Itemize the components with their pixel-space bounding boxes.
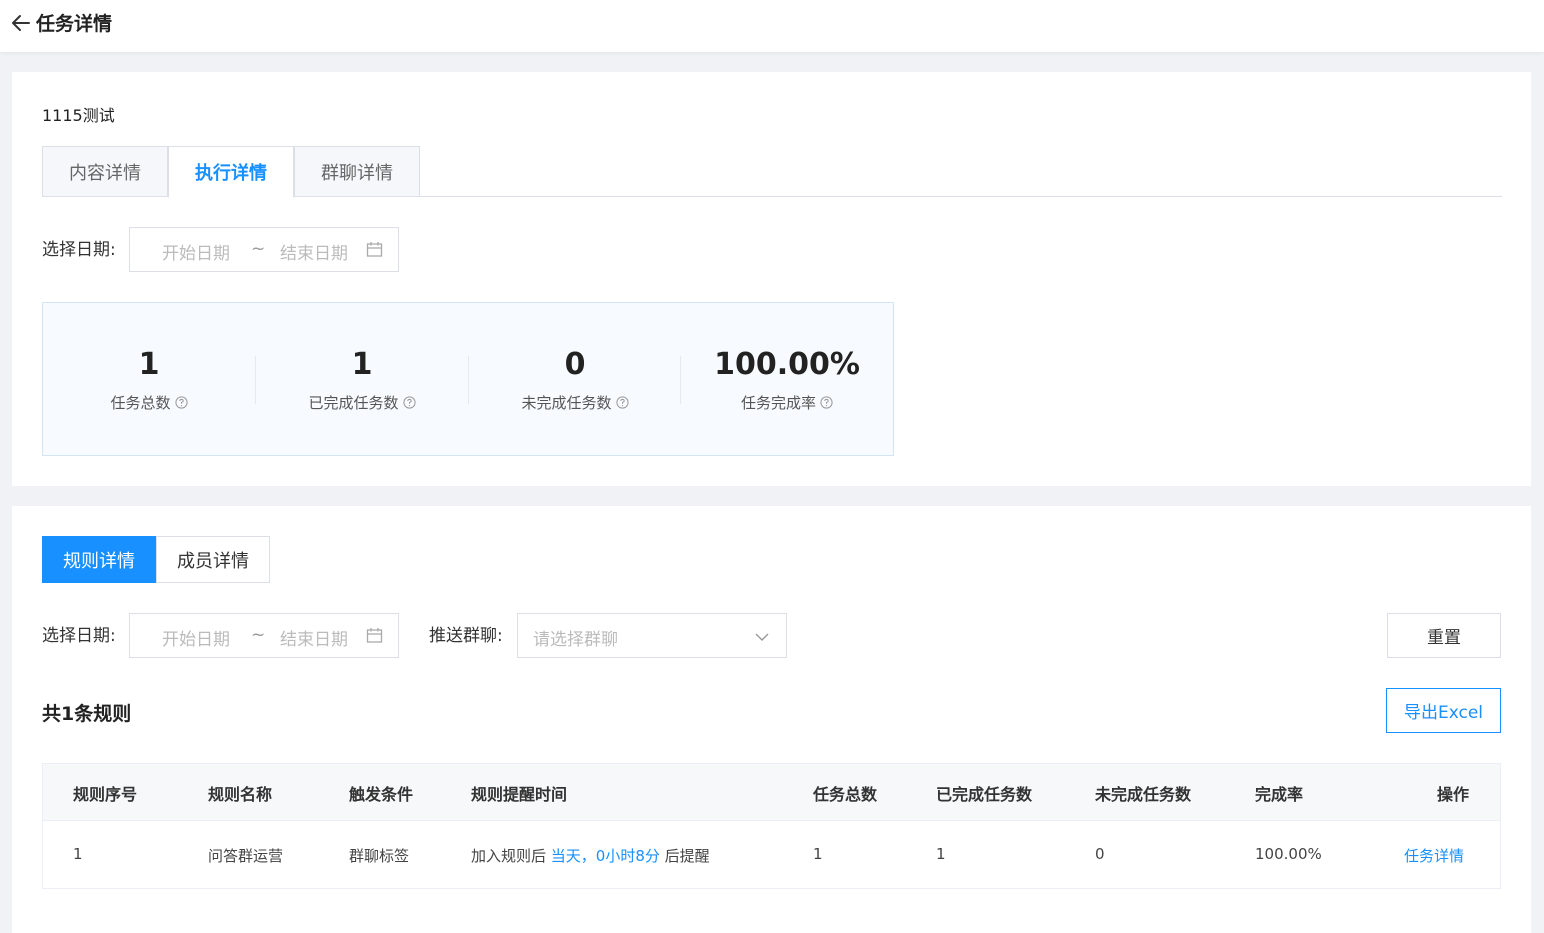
tab-execution-details[interactable]: 执行详情 — [168, 146, 294, 198]
remind-time-suffix: 后提醒 — [664, 847, 710, 865]
remind-time-prefix: 加入规则后 — [471, 847, 547, 865]
cell-trigger: 群聊标签 — [349, 847, 410, 865]
col-completed-tasks: 已完成任务数 — [936, 785, 1033, 804]
end-date-placeholder: 结束日期 — [280, 244, 348, 264]
cell-index: 1 — [73, 845, 83, 863]
group-chat-select[interactable]: 请选择群聊 — [517, 613, 787, 658]
date-separator: ~ — [251, 239, 266, 259]
cell-undone: 0 — [1095, 845, 1105, 863]
calendar-icon — [366, 242, 383, 257]
calendar-icon — [366, 628, 383, 643]
col-uncompleted-tasks: 未完成任务数 — [1095, 785, 1192, 804]
back-arrow-icon[interactable] — [10, 12, 32, 34]
stat-value: 0 — [564, 347, 586, 382]
rules-date-range-picker[interactable]: 开始日期 ~ 结束日期 — [129, 613, 399, 658]
detail-tabs: 内容详情 执行详情 群聊详情 — [42, 146, 1502, 198]
tab-rule-details[interactable]: 规则详情 — [42, 536, 156, 583]
task-name: 1115测试 — [42, 106, 115, 125]
task-detail-link[interactable]: 任务详情 — [1404, 845, 1464, 866]
page-title: 任务详情 — [36, 13, 113, 35]
date-filter-label: 选择日期: — [42, 240, 116, 260]
question-circle-icon[interactable] — [402, 396, 416, 409]
remind-time-highlight: 当天，0小时8分 — [550, 847, 660, 865]
col-rule-index: 规则序号 — [73, 785, 138, 804]
cell-rate: 100.00% — [1255, 845, 1322, 863]
table-header: 规则序号 规则名称 触发条件 规则提醒时间 任务总数 已完成任务数 未完成任务数… — [43, 764, 1500, 821]
col-rule-name: 规则名称 — [208, 785, 273, 804]
question-circle-icon[interactable] — [615, 396, 629, 409]
rule-count: 共1条规则 — [42, 703, 132, 725]
stat-label: 已完成任务数 — [308, 394, 399, 412]
col-trigger: 触发条件 — [349, 785, 414, 804]
date-filter-label: 选择日期: — [42, 626, 116, 646]
reset-button[interactable]: 重置 — [1387, 613, 1501, 658]
rules-card: 规则详情 成员详情 选择日期: 开始日期 ~ 结束日期 推送群聊: 请选择群聊 … — [12, 506, 1531, 933]
col-actions: 操作 — [1437, 785, 1470, 804]
stat-total-tasks: 1 任务总数 — [43, 303, 255, 457]
tab-group-chat-details[interactable]: 群聊详情 — [294, 146, 420, 197]
cell-total: 1 — [813, 845, 823, 863]
cell-remind-time: 加入规则后 当天，0小时8分 后提醒 — [471, 845, 710, 866]
question-circle-icon[interactable] — [820, 396, 833, 409]
date-separator: ~ — [251, 625, 266, 645]
start-date-placeholder: 开始日期 — [162, 244, 230, 264]
tab-content-details[interactable]: 内容详情 — [42, 146, 168, 197]
stat-label: 未完成任务数 — [521, 394, 612, 412]
stat-value: 1 — [351, 347, 373, 382]
export-excel-button[interactable]: 导出Excel — [1386, 688, 1501, 733]
table-row: 1 问答群运营 群聊标签 加入规则后 当天，0小时8分 后提醒 1 1 0 10… — [43, 821, 1500, 889]
stats-panel: 1 任务总数 1 已完成任务数 0 未完成任务数 100.00% 任务完成率 — [42, 302, 894, 456]
chevron-down-icon — [755, 633, 769, 641]
col-remind-time: 规则提醒时间 — [471, 785, 568, 804]
execution-summary-card: 1115测试 内容详情 执行详情 群聊详情 选择日期: 开始日期 ~ 结束日期 … — [12, 72, 1531, 486]
stat-label: 任务总数 — [110, 394, 171, 412]
stat-label: 任务完成率 — [740, 394, 816, 412]
stat-completed-tasks: 1 已完成任务数 — [256, 303, 468, 457]
col-total-tasks: 任务总数 — [813, 785, 878, 804]
tab-member-details[interactable]: 成员详情 — [156, 536, 270, 583]
cell-name: 问答群运营 — [208, 847, 284, 865]
stat-completion-rate: 100.00% 任务完成率 — [681, 303, 893, 457]
stat-value: 100.00% — [714, 347, 860, 382]
stat-value: 1 — [138, 347, 160, 382]
group-select-placeholder: 请选择群聊 — [533, 630, 618, 650]
question-circle-icon[interactable] — [174, 396, 188, 409]
cell-done: 1 — [936, 845, 946, 863]
stat-uncompleted-tasks: 0 未完成任务数 — [469, 303, 681, 457]
top-bar: 任务详情 — [0, 0, 1544, 52]
rules-table: 规则序号 规则名称 触发条件 规则提醒时间 任务总数 已完成任务数 未完成任务数… — [42, 763, 1501, 889]
end-date-placeholder: 结束日期 — [280, 630, 348, 650]
group-filter-label: 推送群聊: — [429, 626, 503, 646]
start-date-placeholder: 开始日期 — [162, 630, 230, 650]
date-range-picker[interactable]: 开始日期 ~ 结束日期 — [129, 227, 399, 272]
col-completion-rate: 完成率 — [1255, 785, 1304, 804]
